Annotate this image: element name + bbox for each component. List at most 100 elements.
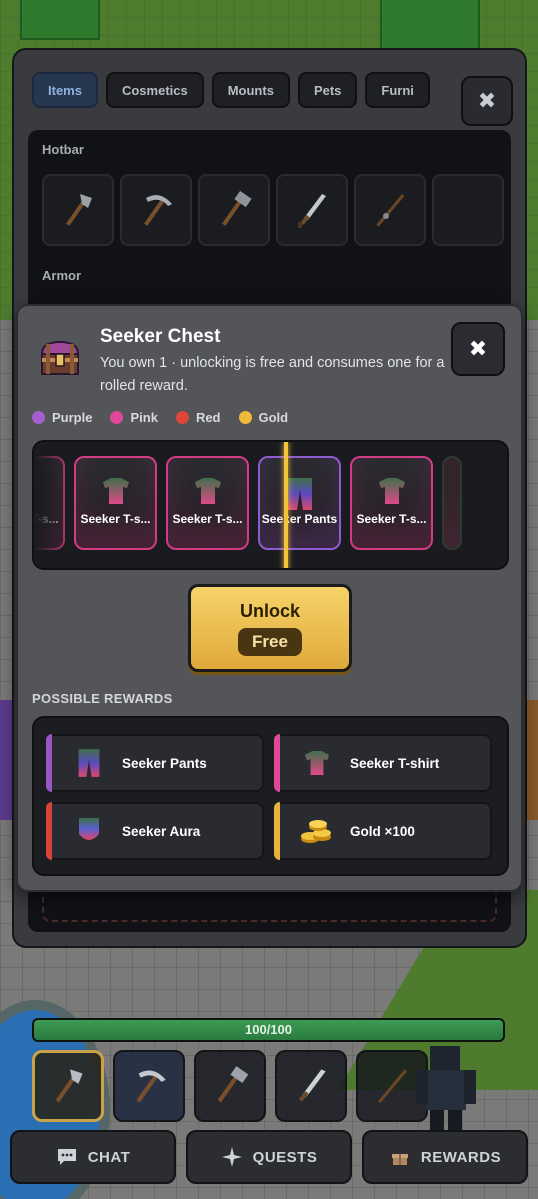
hud-slot-pickaxe[interactable] <box>113 1050 185 1122</box>
rewards-label: REWARDS <box>420 1148 502 1166</box>
treasure-chest-icon <box>40 340 80 375</box>
hotbar-label: Hotbar <box>42 142 84 157</box>
hammer-icon <box>217 1066 249 1103</box>
legend-item-red: Red <box>175 410 221 425</box>
legend-label: Pink <box>130 410 158 425</box>
tab-pets[interactable]: Pets <box>297 72 358 108</box>
legend-item-gold: Gold <box>238 410 289 425</box>
chest-dialog: Seeker Chest You own 1 · unlocking is fr… <box>16 304 523 892</box>
red-dot <box>175 411 189 424</box>
sword-icon <box>298 1069 326 1102</box>
inventory-close-button[interactable]: ✖ <box>461 76 513 126</box>
reward-item: Gold ×100 <box>274 802 492 860</box>
pickaxe-icon <box>136 1070 166 1103</box>
hud-hotbar <box>32 1050 428 1122</box>
gift-icon <box>389 1146 411 1168</box>
gold-dot <box>238 411 252 424</box>
chest-subtitle: You own 1 · unlocking is free and consum… <box>100 355 445 394</box>
legend-item-pink: Pink <box>110 410 158 425</box>
reel-card-partial <box>442 456 462 550</box>
armor-label: Armor <box>42 268 82 283</box>
possible-rewards-list: Seeker Pants Seeker T-shirt Seeker Aura … <box>32 716 509 876</box>
axe-icon <box>66 194 92 226</box>
reel-card-name: Seeker T-s... <box>356 512 427 526</box>
spinner-marker <box>284 442 288 568</box>
rewards-button[interactable]: REWARDS <box>362 1130 528 1184</box>
rarity-bar <box>46 802 52 860</box>
reel-card: Seeker Pants <box>258 456 341 550</box>
reward-name: Seeker Pants <box>122 755 207 771</box>
pickaxe-icon <box>144 195 172 226</box>
chat-icon <box>56 1146 78 1168</box>
reel-fade <box>477 442 507 568</box>
hud-slot-axe[interactable] <box>32 1050 104 1122</box>
reel-card: Seeker T-s... <box>166 456 249 550</box>
hammer-icon <box>222 190 252 226</box>
reward-spinner: Seeker T-s... Seeker T-s... Seeker T-s..… <box>32 440 509 570</box>
tshirt-cosmetic-icon <box>378 478 405 504</box>
reel-fade <box>34 442 74 568</box>
chest-title: Seeker Chest <box>100 326 221 347</box>
aura-cosmetic-icon <box>79 818 99 840</box>
sword-slot[interactable] <box>276 174 348 246</box>
tab-furni[interactable]: Furni <box>365 72 430 108</box>
rarity-bar <box>46 734 52 792</box>
tshirt-cosmetic-icon <box>194 478 221 504</box>
reel-card-name: Seeker Pants <box>261 512 338 526</box>
sword-icon <box>298 194 326 228</box>
chest-close-button[interactable]: ✖ <box>451 322 505 376</box>
axe-slot[interactable] <box>42 174 114 246</box>
tshirt-cosmetic-icon <box>102 478 129 504</box>
health-bar: 100/100 <box>32 1018 505 1042</box>
unlock-button[interactable]: Unlock Free <box>188 584 352 672</box>
rarity-legend: Purple Pink Red Gold <box>32 410 288 425</box>
reward-item: Seeker Pants <box>46 734 264 792</box>
unlock-price: Free <box>238 627 302 656</box>
purple-dot <box>32 411 45 424</box>
tshirt-cosmetic-icon <box>305 751 329 775</box>
reel-card: Seeker T-s... <box>74 456 157 550</box>
gold-coins-icon <box>301 820 331 843</box>
health-text: 100/100 <box>245 1022 292 1037</box>
possible-rewards-label: POSSIBLE REWARDS <box>32 691 173 706</box>
tree-foliage <box>380 0 480 50</box>
tab-mounts[interactable]: Mounts <box>211 72 290 108</box>
pickaxe-slot[interactable] <box>120 174 192 246</box>
reward-name: Gold ×100 <box>350 823 415 839</box>
pink-dot <box>110 411 124 424</box>
reel-card: Seeker T-s... <box>350 456 433 550</box>
inventory-tabs: Items Cosmetics Mounts Pets Furni <box>32 72 430 108</box>
legend-label: Gold <box>258 410 289 425</box>
bottom-action-bar: CHAT QUESTS REWARDS <box>10 1130 528 1184</box>
tab-items[interactable]: Items <box>32 72 98 108</box>
sparkle-icon <box>221 1146 243 1168</box>
hammer-slot[interactable] <box>198 174 270 246</box>
pants-cosmetic-icon <box>78 749 100 777</box>
reel-card-name: Seeker T-s... <box>80 512 151 526</box>
legend-item-purple: Purple <box>32 410 92 425</box>
rarity-bar <box>274 802 280 860</box>
tree-foliage <box>20 0 100 40</box>
chat-label: CHAT <box>87 1148 131 1166</box>
rarity-bar <box>274 734 280 792</box>
reel-card-name: Seeker T-s... <box>172 512 243 526</box>
tab-cosmetics[interactable]: Cosmetics <box>105 72 204 108</box>
quests-button[interactable]: QUESTS <box>186 1130 352 1184</box>
hud-slot-sword[interactable] <box>275 1050 347 1122</box>
reward-name: Seeker T-shirt <box>350 755 440 771</box>
inventory-hotbar <box>42 174 504 246</box>
reward-item: Seeker T-shirt <box>274 734 492 792</box>
fishing-rod-icon <box>376 194 405 227</box>
legend-label: Purple <box>52 410 93 425</box>
player-character <box>416 1046 476 1130</box>
pants-cosmetic-icon <box>287 478 312 510</box>
spinner-reel: Seeker T-s... Seeker T-s... Seeker T-s..… <box>34 456 462 550</box>
fishing-rod-slot[interactable] <box>354 174 426 246</box>
hud-slot-hammer[interactable] <box>194 1050 266 1122</box>
reward-name: Seeker Aura <box>122 823 201 839</box>
empty-slot[interactable] <box>432 174 504 246</box>
chat-button[interactable]: CHAT <box>10 1130 176 1184</box>
unlock-label: Unlock <box>239 600 300 621</box>
reward-item: Seeker Aura <box>46 802 264 860</box>
axe-icon <box>55 1069 83 1103</box>
